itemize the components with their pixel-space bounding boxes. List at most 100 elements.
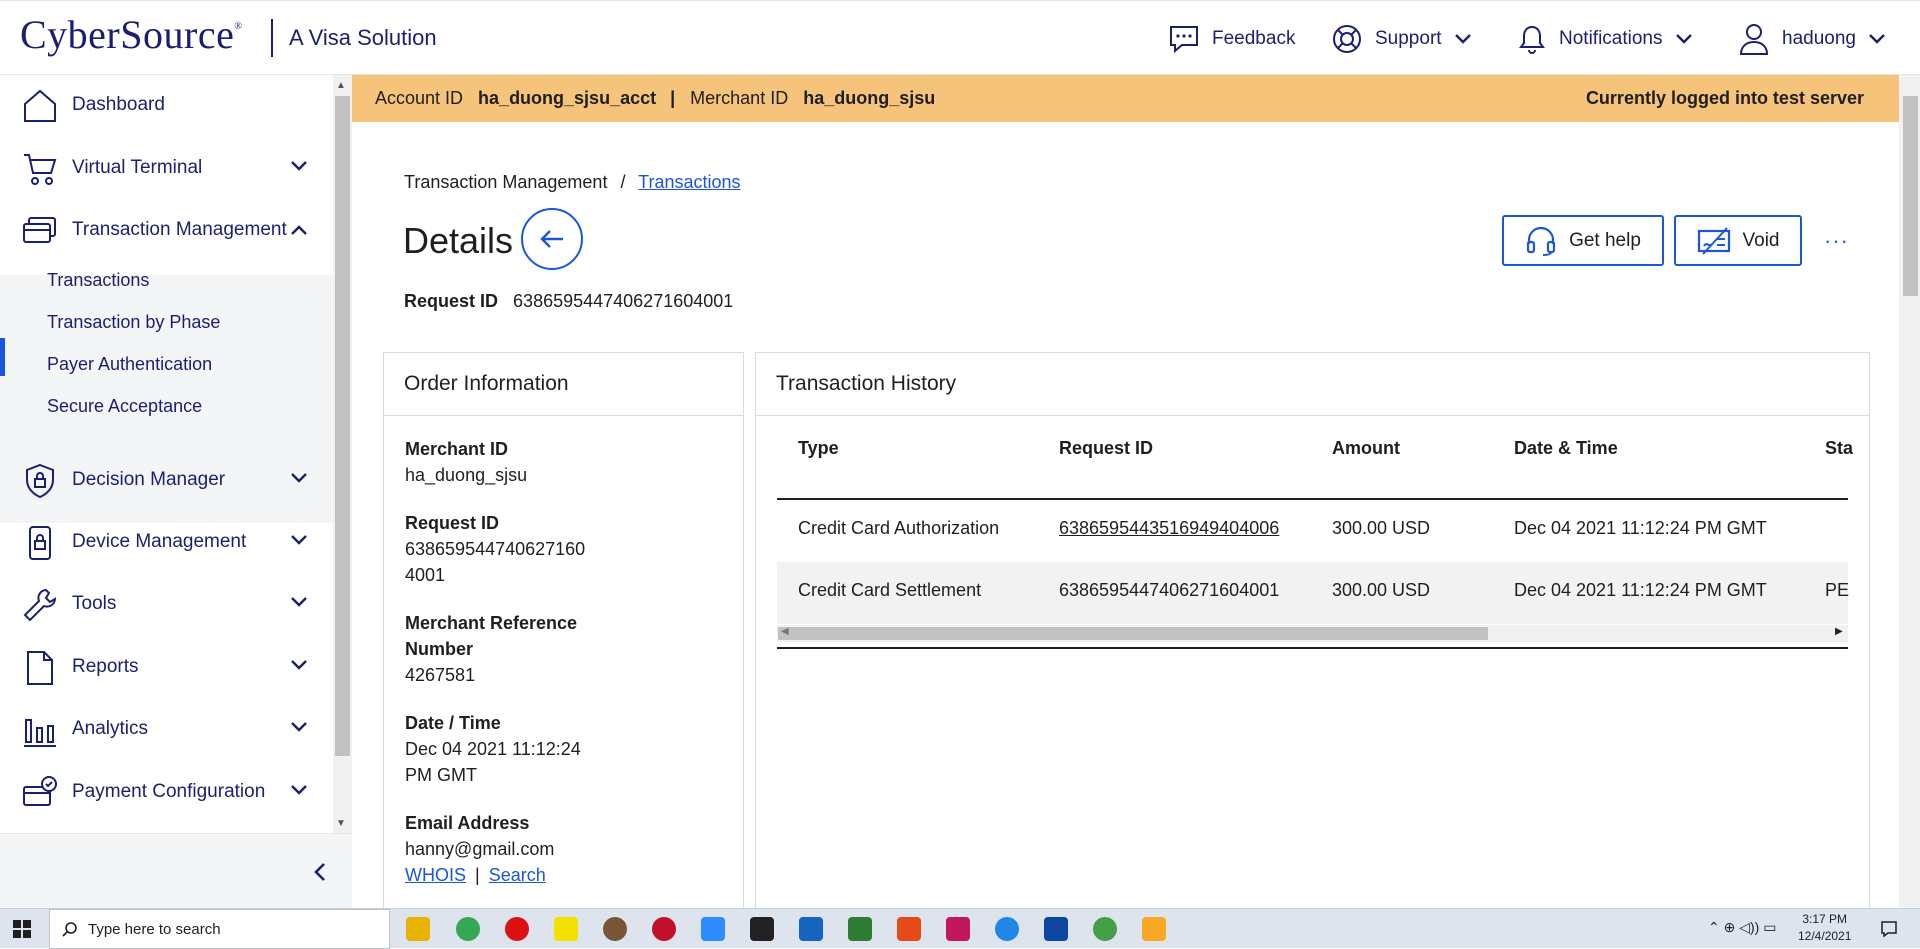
intellij-icon[interactable]	[946, 917, 970, 941]
sidebar-item-dashboard[interactable]: Dashboard	[0, 75, 333, 135]
windows-taskbar: Type here to search ⌃ ⊕ ◁)) ▭ 3:17 PM 12…	[0, 908, 1920, 949]
red-app-icon[interactable]	[652, 917, 676, 941]
cell-amount: 300.00 USD	[1332, 518, 1431, 538]
scroll-right-arrow-icon[interactable]: ▶	[1835, 626, 1843, 637]
feedback-icon	[1170, 26, 1198, 54]
request-id-field-value-line1: 638659544740627160	[405, 539, 586, 559]
sidebar-item-reports[interactable]: Reports	[0, 637, 333, 697]
sidebar-subitem-transactions[interactable]: Transactions	[47, 270, 149, 291]
cybersource-logo[interactable]: CyberSource®	[20, 11, 242, 58]
column-header-status[interactable]: Sta	[1825, 438, 1853, 459]
notes-app-icon[interactable]	[554, 917, 578, 941]
column-header-request-id[interactable]: Request ID	[1059, 438, 1153, 459]
home-icon	[24, 89, 56, 122]
editor-icon[interactable]	[848, 917, 872, 941]
sidebar-item-transaction-management[interactable]: Transaction Management	[0, 200, 333, 260]
whois-link[interactable]: WHOIS	[405, 865, 466, 885]
merchant-reference-value: 4267581	[405, 665, 476, 685]
account-banner: Account ID ha_duong_sjsu_acct | Merchant…	[352, 75, 1899, 122]
document-icon	[27, 651, 53, 685]
support-menu[interactable]: Support	[1331, 19, 1472, 59]
void-label: Void	[1742, 229, 1780, 251]
user-icon	[1739, 24, 1769, 55]
scroll-left-arrow-icon[interactable]: ◀	[781, 626, 789, 637]
top-header: CyberSource® A Visa Solution Feedback Su…	[0, 0, 1920, 75]
account-id-value: ha_duong_sjsu_acct	[478, 88, 657, 108]
column-header-date-time[interactable]: Date & Time	[1514, 438, 1618, 459]
void-check-icon	[1697, 226, 1730, 255]
cell-type: Credit Card Authorization	[798, 518, 1000, 538]
sidebar-item-label: Decision Manager	[72, 469, 226, 490]
sidebar-subitem-payer-authentication[interactable]: Payer Authentication	[47, 354, 212, 375]
date-time-value-line2: PM GMT	[405, 765, 477, 785]
active-indicator	[0, 338, 5, 376]
table-scrollbar-thumb[interactable]	[778, 627, 1488, 640]
arrow-left-icon	[540, 230, 563, 248]
sidebar-scrollbar-thumb[interactable]	[335, 96, 350, 756]
more-options-button[interactable]: ···	[1824, 228, 1849, 254]
docker-icon[interactable]	[995, 917, 1019, 941]
sidebar-item-device-management[interactable]: Device Management	[0, 512, 333, 572]
request-id-value: 6386595447406271604001	[513, 291, 734, 311]
get-help-button[interactable]: Get help	[1502, 215, 1664, 266]
chrome-icon[interactable]	[456, 917, 480, 941]
search-icon	[62, 922, 77, 937]
request-id-field-label: Request ID	[405, 513, 500, 533]
transaction-history-title: Transaction History	[756, 353, 1869, 416]
column-header-type[interactable]: Type	[798, 438, 839, 459]
table-row[interactable]: Credit Card Settlement 63865954474062716…	[777, 562, 1849, 624]
email-lookup-links: WHOIS | Search	[405, 862, 546, 888]
merchant-id-field-value: ha_duong_sjsu	[405, 465, 528, 485]
notification-center-icon[interactable]	[1880, 920, 1898, 938]
sidebar-item-decision-manager[interactable]: Decision Manager	[0, 450, 333, 510]
search-link[interactable]: Search	[489, 865, 546, 885]
sidebar-item-label: Tools	[72, 593, 117, 614]
scroll-down-arrow-icon[interactable]: ▼	[336, 818, 346, 829]
sidebar-item-tools[interactable]: Tools	[0, 574, 333, 634]
mail-icon[interactable]	[799, 917, 823, 941]
scroll-up-arrow-icon[interactable]: ▲	[336, 80, 346, 91]
clock-date: 12/4/2021	[1798, 929, 1852, 943]
mysql-icon[interactable]	[1044, 917, 1068, 941]
feedback-label: Feedback	[1212, 28, 1296, 49]
sidebar-item-analytics[interactable]: Analytics	[0, 699, 333, 759]
screen-recorder-icon[interactable]	[750, 917, 774, 941]
sidebar-subitem-transaction-by-phase[interactable]: Transaction by Phase	[47, 312, 220, 333]
sidebar-item-virtual-terminal[interactable]: Virtual Terminal	[0, 138, 333, 198]
account-id-label: Account ID	[375, 88, 464, 108]
column-header-amount[interactable]: Amount	[1332, 438, 1400, 459]
zoom-icon[interactable]	[701, 917, 725, 941]
sidebar-item-payment-configuration[interactable]: Payment Configuration	[0, 762, 333, 822]
feedback-button[interactable]: Feedback	[1168, 19, 1295, 59]
main-scrollbar-thumb[interactable]	[1903, 96, 1918, 296]
get-help-label: Get help	[1569, 229, 1641, 251]
cell-amount: 300.00 USD	[1332, 580, 1431, 600]
date-time-value-line1: Dec 04 2021 11:12:24	[405, 739, 581, 759]
banner-divider: |	[670, 88, 676, 108]
avatar-app-icon[interactable]	[603, 917, 627, 941]
chevron-down-icon	[291, 660, 307, 670]
chrome-profile-icon[interactable]	[1093, 917, 1117, 941]
taskbar-search-box[interactable]: Type here to search	[49, 909, 390, 949]
void-button[interactable]: Void	[1674, 215, 1802, 266]
cards-icon	[23, 217, 56, 243]
taskbar-clock[interactable]: 3:17 PM 12/4/2021	[1798, 911, 1851, 945]
sidebar-subitem-secure-acceptance[interactable]: Secure Acceptance	[47, 396, 202, 417]
collapse-sidebar-icon[interactable]	[313, 862, 327, 882]
breadcrumb-transactions-link[interactable]: Transactions	[638, 172, 740, 192]
table-row[interactable]: Credit Card Authorization 63865954435169…	[777, 500, 1848, 562]
request-id-row: Request ID 6386595447406271604001	[404, 291, 733, 312]
windows-start-icon[interactable]	[13, 920, 31, 938]
order-information-card: Order Information Merchant ID ha_duong_s…	[383, 352, 744, 912]
tool-app-icon[interactable]	[897, 917, 921, 941]
bell-icon	[1519, 25, 1545, 54]
file-explorer-icon[interactable]	[406, 917, 430, 941]
table-bottom-border	[777, 647, 1848, 649]
power-app-icon[interactable]	[505, 917, 529, 941]
sticky-notes-icon[interactable]	[1142, 917, 1166, 941]
system-tray-icons[interactable]: ⌃ ⊕ ◁)) ▭	[1708, 919, 1776, 936]
back-button[interactable]	[521, 208, 583, 270]
cell-request-id-link[interactable]: 6386595443516949404006	[1059, 518, 1279, 539]
user-menu[interactable]: haduong	[1738, 19, 1886, 59]
notifications-menu[interactable]: Notifications	[1517, 19, 1693, 59]
